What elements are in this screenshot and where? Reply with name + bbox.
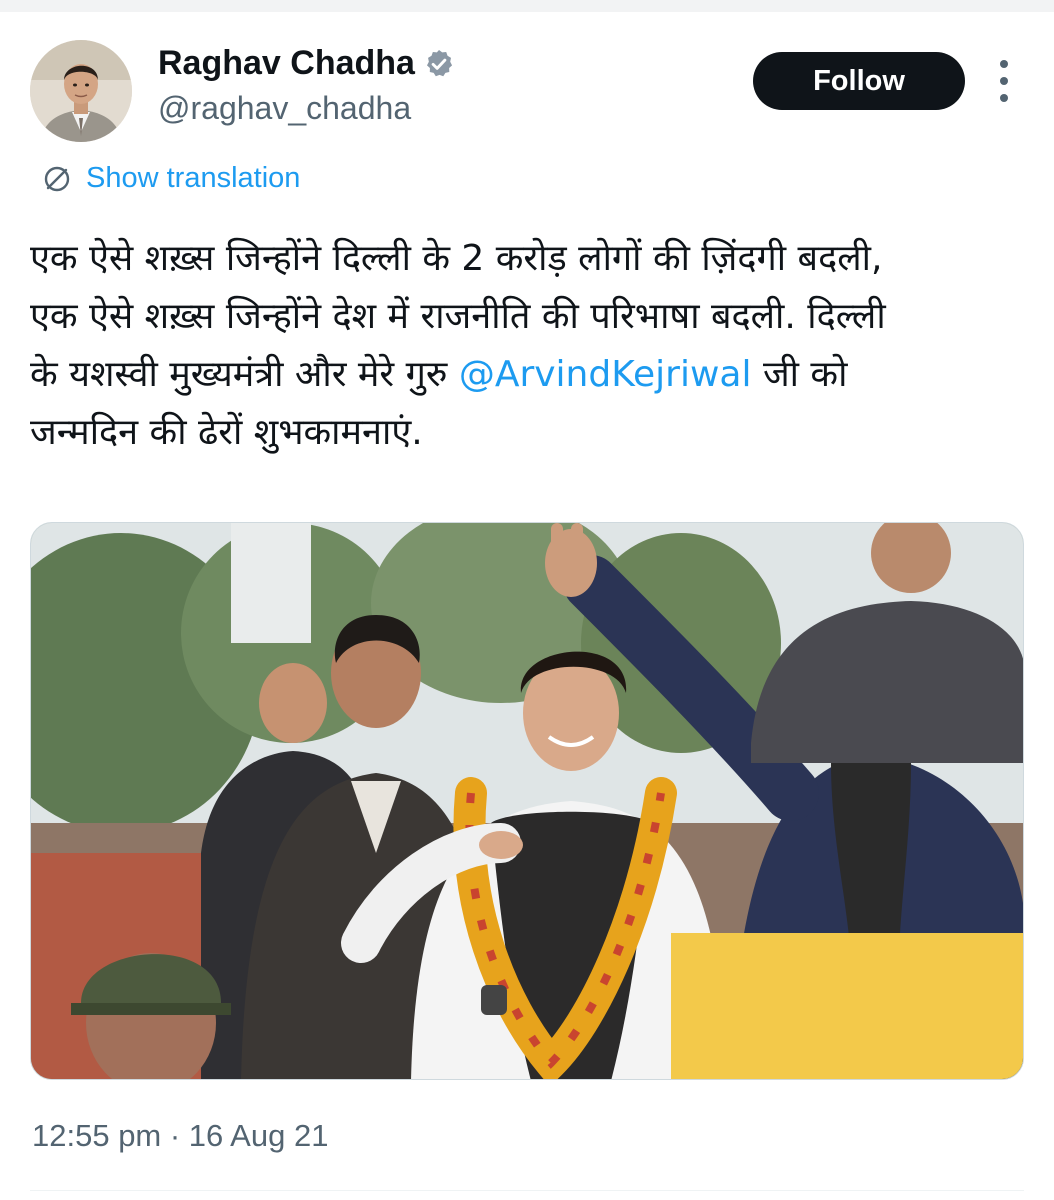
verified-badge-icon xyxy=(426,49,453,76)
tweet-timestamp[interactable]: 12:55 pm · 16 Aug 21 xyxy=(32,1118,328,1154)
author-name-row[interactable]: Raghav Chadha xyxy=(158,44,455,83)
more-dot-icon xyxy=(1000,60,1008,68)
author-display-name[interactable]: Raghav Chadha xyxy=(158,44,415,83)
author-handle[interactable]: @raghav_chadha xyxy=(158,90,411,127)
tweet-text-segment: जी को xyxy=(751,354,848,395)
more-options-button[interactable] xyxy=(990,60,1018,102)
show-translation-label[interactable]: Show translation xyxy=(86,162,300,195)
translate-globe-icon xyxy=(44,166,70,191)
tweet-text-line: जन्मदिन की ढेरों शुभकामनाएं. xyxy=(30,412,423,453)
tweet-photo[interactable] xyxy=(30,522,1024,1080)
photo-illustration xyxy=(31,523,1023,1079)
top-divider xyxy=(0,0,1054,12)
tweet-text: एक ऐसे शख़्स जिन्होंने दिल्ली के 2 करोड़… xyxy=(30,230,1030,462)
follow-button[interactable]: Follow xyxy=(753,52,965,110)
show-translation-link[interactable]: Show translation xyxy=(42,162,300,195)
tweet-card: Raghav Chadha @raghav_chadha Follow Show… xyxy=(0,0,1054,1200)
avatar[interactable] xyxy=(30,40,132,142)
tweet-text-line: एक ऐसे शख़्स जिन्होंने देश में राजनीति क… xyxy=(30,296,886,337)
tweet-text-segment: के यशस्वी मुख्यमंत्री और मेरे गुरु xyxy=(30,354,459,395)
mention-link[interactable]: @ArvindKejriwal xyxy=(459,354,752,395)
tweet-text-line: के यशस्वी मुख्यमंत्री और मेरे गुरु @Arvi… xyxy=(30,346,1030,404)
more-dot-icon xyxy=(1000,94,1008,102)
tweet-text-line: एक ऐसे शख़्स जिन्होंने दिल्ली के 2 करोड़… xyxy=(30,238,883,279)
divider xyxy=(30,1190,1024,1191)
more-dot-icon xyxy=(1000,77,1008,85)
